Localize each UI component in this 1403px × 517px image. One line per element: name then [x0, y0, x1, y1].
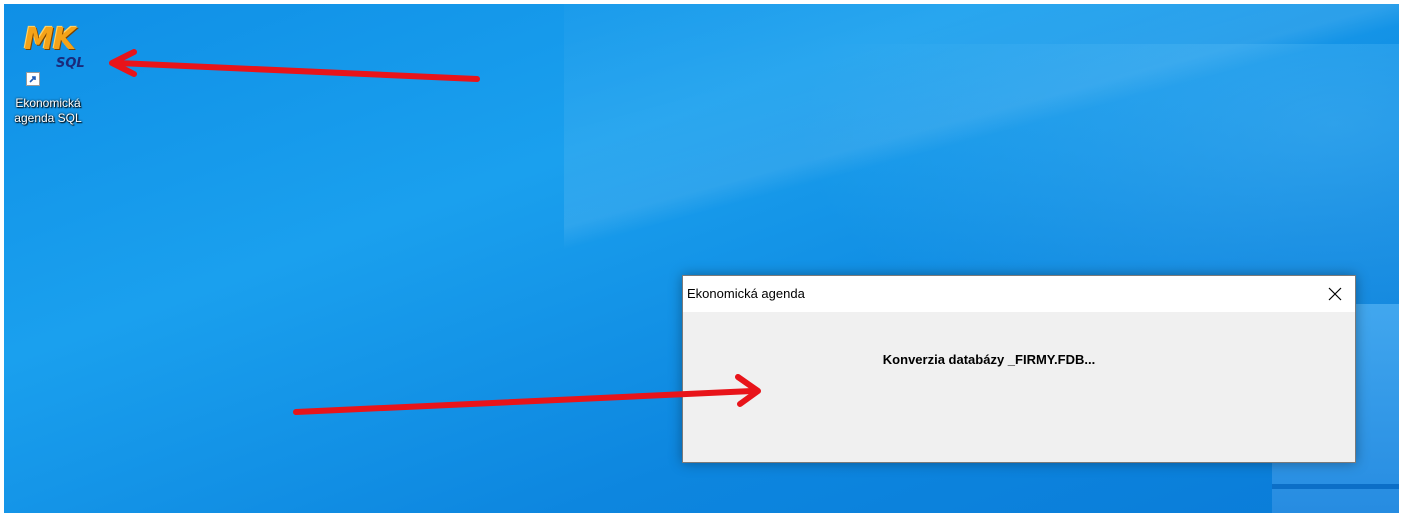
- wallpaper-light-ray: [564, 4, 1399, 264]
- dialog-body: Konverzia databázy _FIRMY.FDB...: [683, 312, 1355, 462]
- dialog-titlebar[interactable]: Ekonomická agenda: [683, 276, 1355, 312]
- progress-dialog: Ekonomická agenda Konverzia databázy _FI…: [682, 275, 1356, 463]
- mk-logo-text: MK: [24, 22, 76, 57]
- shortcut-label-line2: agenda SQL: [14, 111, 82, 125]
- wallpaper-window-divider: [1272, 484, 1399, 489]
- desktop-shortcut-ekonomicka-agenda[interactable]: MK SQL Ekonomická agenda SQL: [6, 20, 90, 126]
- close-icon: [1328, 287, 1342, 301]
- shortcut-label-line1: Ekonomická: [15, 96, 81, 110]
- shortcut-arrow-icon: [26, 72, 40, 86]
- dialog-title: Ekonomická agenda: [687, 286, 805, 301]
- mk-sql-app-icon: MK SQL: [6, 20, 90, 96]
- close-button[interactable]: [1315, 276, 1355, 312]
- sql-logo-text: SQL: [56, 56, 85, 71]
- conversion-status-message: Konverzia databázy _FIRMY.FDB...: [882, 352, 1096, 367]
